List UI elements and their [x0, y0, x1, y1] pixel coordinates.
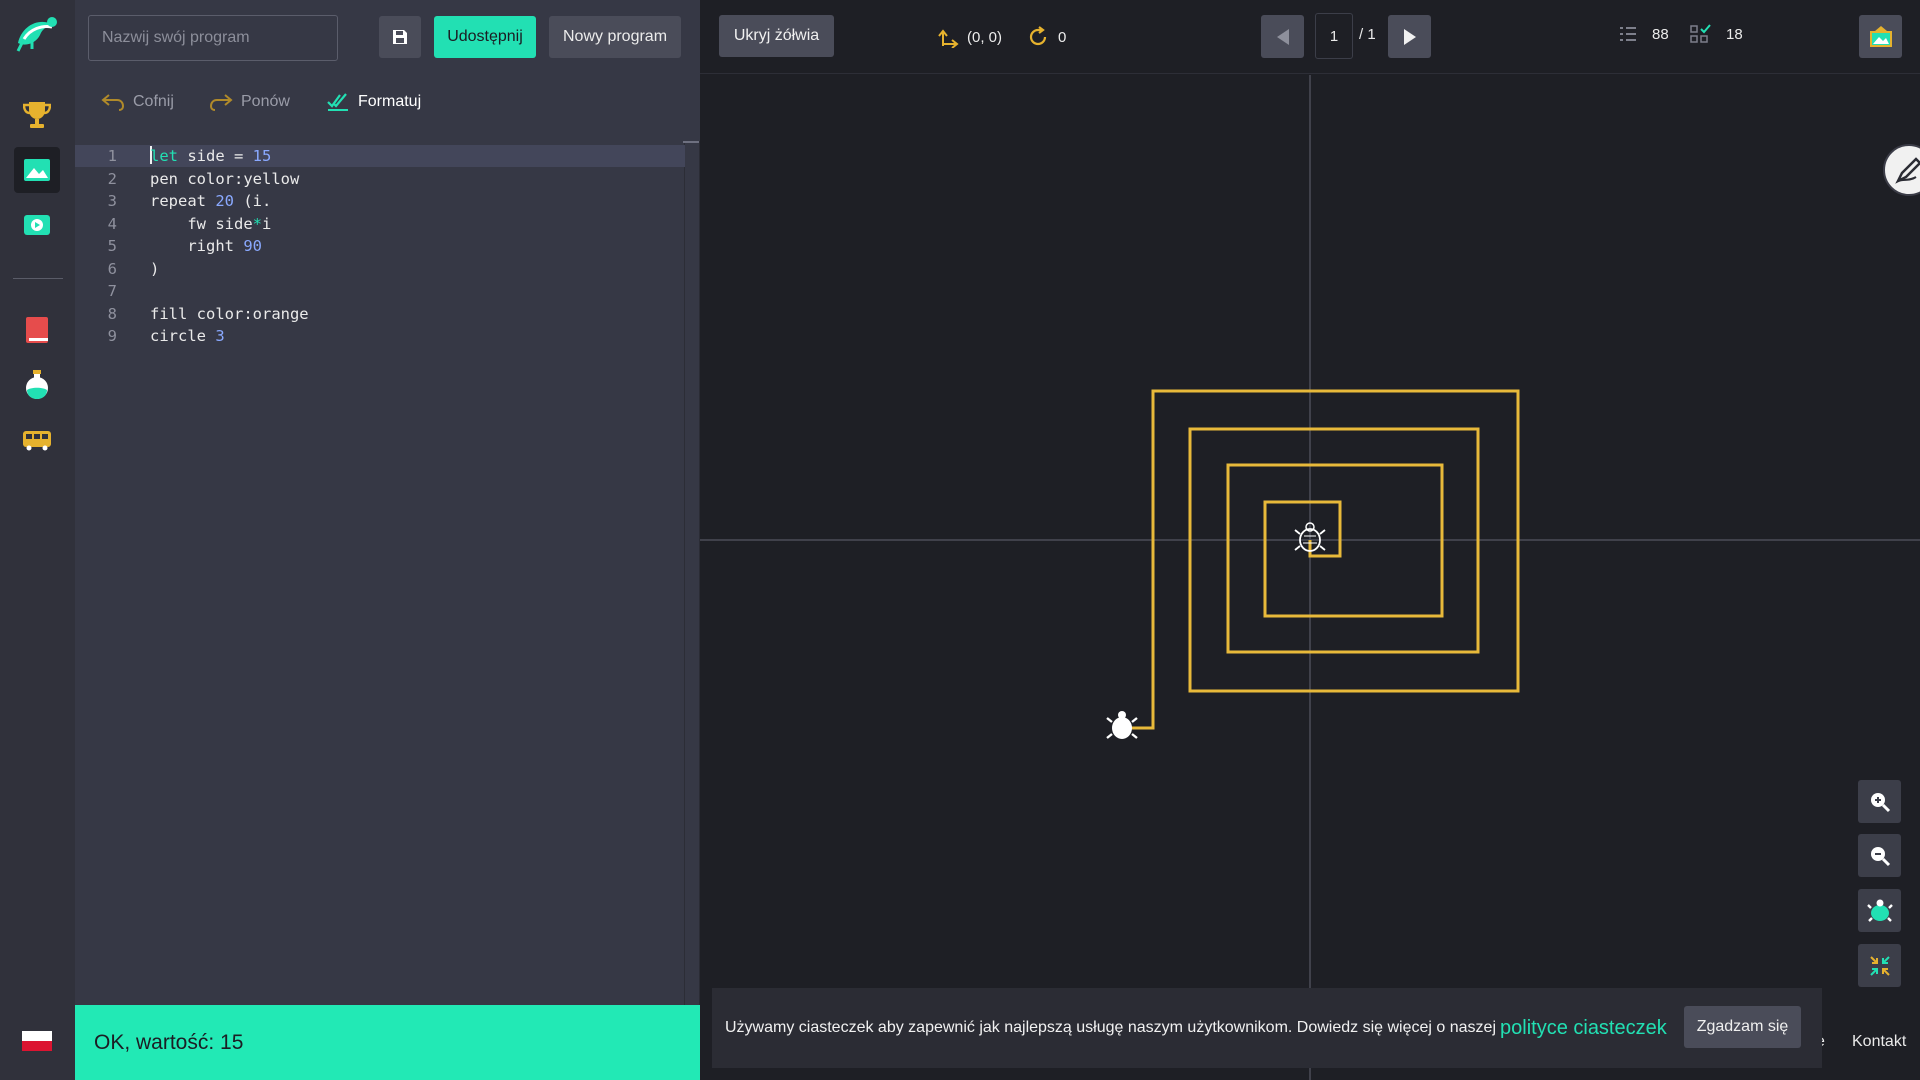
position-readout: (0, 0) — [937, 24, 1002, 50]
zoom-in-icon — [1870, 792, 1890, 812]
bus-icon[interactable] — [14, 417, 60, 463]
redo-button[interactable]: Ponów — [209, 82, 290, 122]
rail-divider — [13, 278, 63, 279]
floppy-icon — [393, 30, 407, 44]
code-text: fill color:orange — [150, 304, 309, 323]
center-turtle-button[interactable] — [1858, 889, 1901, 932]
editor-panel: Udostępnij Nowy program Cofnij Ponów For… — [75, 0, 700, 1080]
undo-label: Cofnij — [133, 93, 174, 110]
code-line[interactable]: 7 — [75, 280, 685, 302]
logo-icon[interactable] — [14, 10, 60, 56]
drawing-stage: Ukryj żółwia (0, 0) 0 / 1 88 — [700, 0, 1920, 1080]
code-text: circle 3 — [150, 327, 225, 345]
status-bar: OK, wartość: 15 — [75, 1005, 700, 1080]
drawing-icon[interactable] — [14, 147, 60, 193]
save-button[interactable] — [379, 16, 421, 58]
line-number: 7 — [107, 282, 117, 300]
code-text: right 90 — [150, 237, 262, 255]
book-icon[interactable] — [14, 307, 60, 353]
code-line[interactable]: 5 right 90 — [75, 235, 685, 257]
turtle-icon-end — [1106, 711, 1138, 739]
code-editor[interactable]: 1 let side = 15 2 pen color:yellow 3 repeat 2… — [75, 141, 700, 1005]
line-number: 1 — [107, 147, 117, 165]
video-icon[interactable] — [14, 202, 60, 248]
redo-icon — [209, 94, 233, 111]
cookie-policy-link[interactable]: polityce ciasteczek — [1500, 1017, 1667, 1040]
pen-icon — [1895, 157, 1920, 184]
new-program-button[interactable]: Nowy program — [549, 16, 681, 58]
zoom-in-button[interactable] — [1858, 780, 1901, 823]
code-line[interactable]: 6) — [75, 258, 685, 280]
yellow-spiral-path — [1118, 389, 1520, 730]
left-rail — [0, 0, 75, 1080]
lines-count: 88 — [1652, 25, 1669, 43]
code-text: let side = 15 — [150, 146, 272, 165]
flask-icon[interactable] — [14, 362, 60, 408]
editor-toolbar: Cofnij Ponów Formatuj — [75, 82, 700, 122]
line-number: 6 — [107, 259, 117, 278]
editor-topbar: Udostępnij Nowy program — [75, 0, 700, 75]
collapse-arrows-icon — [1869, 955, 1890, 976]
done-stat: 18 — [1690, 24, 1743, 44]
code-line[interactable]: 4 fw side*i — [75, 213, 685, 235]
line-number: 8 — [107, 304, 117, 323]
triangle-right-icon — [1403, 28, 1416, 45]
list-icon — [1620, 27, 1636, 41]
code-line[interactable]: 9 circle 3 — [75, 325, 685, 347]
triangle-left-icon — [1276, 28, 1289, 45]
language-flag-icon[interactable] — [14, 1018, 60, 1064]
line-number: 5 — [107, 237, 117, 255]
status-text: OK, wartość: 15 — [94, 1030, 244, 1054]
code-text: ) — [150, 259, 160, 278]
cookie-banner: Używamy ciasteczek aby zapewnić jak najl… — [712, 988, 1822, 1068]
format-button[interactable]: Formatuj — [326, 82, 421, 122]
zoom-out-icon — [1870, 846, 1890, 866]
gallery-button[interactable] — [1859, 15, 1902, 58]
line-number: 2 — [107, 169, 117, 188]
code-line[interactable]: 1 let side = 15 — [75, 145, 685, 167]
page-number-input[interactable] — [1315, 13, 1353, 59]
angle-value: 0 — [1058, 28, 1067, 46]
done-count: 18 — [1726, 25, 1743, 43]
undo-icon — [101, 94, 125, 111]
line-number: 4 — [107, 214, 117, 233]
coordinates-icon — [938, 29, 959, 48]
fit-view-button[interactable] — [1858, 944, 1901, 987]
footer-contact-link[interactable]: Kontakt — [1852, 1033, 1906, 1051]
code-text: repeat 20 (i. — [150, 192, 272, 210]
code-line[interactable]: 8 fill color:orange — [75, 303, 685, 325]
line-number: 3 — [107, 192, 117, 210]
next-page-button[interactable] — [1388, 15, 1431, 58]
program-name-input[interactable] — [88, 15, 338, 61]
hide-turtle-button[interactable]: Ukryj żółwia — [719, 15, 834, 57]
format-check-icon — [327, 93, 348, 111]
turtle-canvas[interactable] — [700, 75, 1920, 1080]
redo-label: Ponów — [241, 93, 290, 110]
share-button[interactable]: Udostępnij — [434, 16, 536, 58]
position-value: (0, 0) — [967, 28, 1003, 46]
lines-stat: 88 — [1618, 24, 1669, 44]
code-line[interactable]: 3 repeat 20 (i. — [75, 190, 685, 212]
rotation-icon — [1029, 26, 1047, 46]
code-text: pen color:yellow — [150, 169, 300, 188]
zoom-out-button[interactable] — [1858, 834, 1901, 877]
line-number: 9 — [107, 327, 117, 345]
cookie-text: Używamy ciasteczek aby zapewnić jak najl… — [725, 1019, 1496, 1036]
angle-readout: 0 — [1026, 24, 1066, 50]
cookie-agree-button[interactable]: Zgadzam się — [1684, 1006, 1801, 1048]
turtle-icon — [1866, 899, 1893, 922]
picture-frame-icon — [1869, 25, 1892, 47]
trophy-icon[interactable] — [14, 92, 60, 138]
stage-toolbar: Ukryj żółwia (0, 0) 0 / 1 88 — [700, 0, 1920, 74]
page-total: / 1 — [1359, 26, 1376, 43]
checklist-icon — [1690, 24, 1711, 43]
code-line[interactable]: 2 pen color:yellow — [75, 168, 685, 190]
code-text: fw side*i — [150, 214, 272, 233]
previous-page-button[interactable] — [1261, 15, 1304, 58]
undo-button[interactable]: Cofnij — [101, 82, 174, 122]
format-label: Formatuj — [358, 93, 422, 110]
